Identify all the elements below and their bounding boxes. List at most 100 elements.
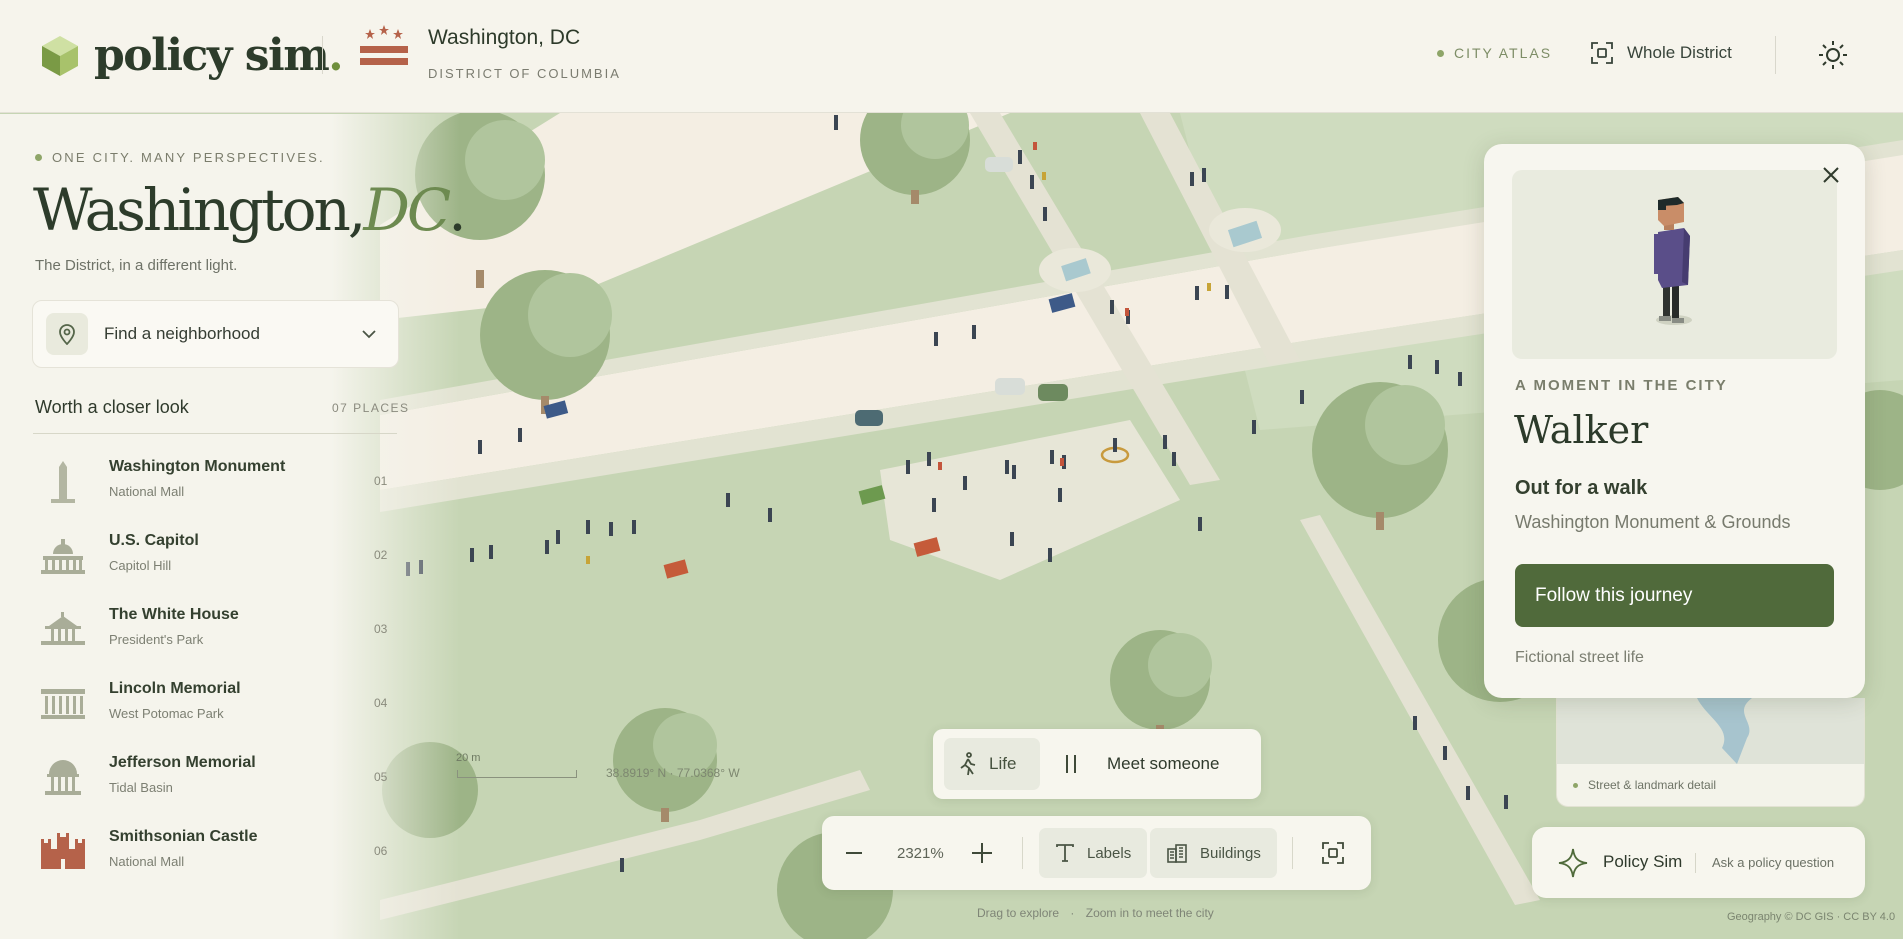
map-coordinates: 38.8919° N · 77.0368° W — [606, 766, 740, 780]
divider — [322, 36, 323, 74]
meet-someone-button[interactable]: Meet someone — [1107, 754, 1219, 774]
landmark-name: U.S. Capitol — [109, 532, 199, 549]
walker-figure-icon — [1654, 197, 1692, 325]
page-title-dot: . — [448, 176, 467, 244]
sun-icon[interactable] — [1818, 40, 1848, 70]
map-pin-icon — [59, 324, 75, 345]
cube-logo-icon — [42, 35, 78, 76]
labels-label: Labels — [1087, 844, 1132, 862]
life-toggle-button[interactable]: Life — [944, 738, 1040, 790]
divider — [1292, 837, 1293, 869]
tagline-text: ONE CITY. MANY PERSPECTIVES. — [52, 150, 325, 165]
memorial-icon — [35, 680, 91, 728]
mini-map-label: Street & landmark detail — [1588, 778, 1717, 792]
landmark-number: 02 — [374, 548, 388, 562]
landmark-name: Washington Monument — [109, 458, 286, 475]
divider — [33, 433, 397, 434]
city-atlas-link[interactable]: CITY ATLAS — [1437, 45, 1552, 61]
neighborhood-select[interactable]: Find a neighborhood — [32, 300, 399, 368]
card-activity: Out for a walk — [1515, 477, 1648, 499]
map-attribution: Geography © DC GIS · CC BY 4.0 — [1727, 911, 1896, 923]
policy-sim-button[interactable]: Policy Sim Ask a policy question — [1532, 827, 1865, 898]
landmark-item-jefferson-memorial[interactable]: Jefferson Memorial Tidal Basin 05 — [35, 750, 415, 824]
landmark-item-white-house[interactable]: The White House President's Park 03 — [35, 602, 415, 676]
divider — [1022, 837, 1023, 869]
status-dot — [1437, 49, 1444, 57]
pause-icon[interactable] — [1066, 755, 1076, 773]
card-location: Washington Monument & Grounds — [1515, 512, 1791, 532]
character-preview — [1512, 170, 1837, 359]
caption-dot — [1573, 782, 1578, 788]
landmark-number: 04 — [374, 696, 388, 710]
map-toolbar: 2321% Labels Buildings — [822, 816, 1371, 890]
city-atlas-label: CITY ATLAS — [1454, 45, 1553, 61]
places-count: 07 PLACES — [332, 401, 410, 415]
page-title: Washington,DC. — [33, 176, 467, 244]
zoom-level: 2321% — [897, 845, 944, 862]
fit-view-icon[interactable] — [1322, 842, 1344, 864]
zoom-out-icon[interactable] — [844, 841, 864, 865]
logo-dot: . — [328, 30, 343, 81]
policy-sim-label: Policy Sim — [1603, 852, 1683, 871]
page-description: The District, in a different light. — [35, 257, 238, 274]
card-footnote: Fictional street life — [1515, 649, 1644, 666]
dome-icon — [35, 754, 91, 802]
follow-journey-button[interactable]: Follow this journey — [1515, 564, 1834, 627]
buildings-toggle-button[interactable]: Buildings — [1150, 828, 1277, 878]
map-hint: Drag to explore · Zoom in to meet the ci… — [977, 906, 1214, 920]
landmark-number: 01 — [374, 474, 388, 488]
zoom-in-icon[interactable] — [970, 841, 994, 865]
landmark-number: 05 — [374, 770, 388, 784]
mini-map[interactable] — [1557, 698, 1865, 764]
landmark-name: Jefferson Memorial — [109, 754, 256, 771]
places-heading: Worth a closer look — [35, 397, 189, 417]
focus-frame-icon — [1591, 42, 1613, 64]
mini-map-panel[interactable]: Street & landmark detail — [1556, 698, 1865, 807]
landmark-name: Smithsonian Castle — [109, 828, 258, 845]
neighborhood-select-label: Find a neighborhood — [104, 324, 260, 343]
moment-card: A MOMENT IN THE CITY Walker Out for a wa… — [1484, 144, 1865, 698]
city-switcher[interactable]: Washington, DC DISTRICT OF COLUMBIA — [360, 24, 621, 81]
obelisk-icon — [35, 458, 91, 506]
hint-drag: Drag to explore — [977, 906, 1060, 920]
mini-map-caption: Street & landmark detail — [1573, 778, 1716, 792]
landmark-number: 03 — [374, 622, 388, 636]
landmark-area: West Potomac Park — [109, 706, 224, 721]
life-controls: Life Meet someone — [933, 729, 1261, 799]
close-icon[interactable] — [1820, 164, 1842, 186]
whole-district-label: Whole District — [1627, 43, 1732, 62]
map-pin-icon-box — [46, 313, 88, 355]
life-label: Life — [989, 754, 1017, 773]
sparkle-icon — [1558, 848, 1588, 878]
card-eyebrow: A MOMENT IN THE CITY — [1515, 377, 1728, 394]
capitol-icon — [35, 532, 91, 580]
tagline-dot — [35, 154, 42, 161]
buildings-label: Buildings — [1200, 844, 1261, 862]
tagline: ONE CITY. MANY PERSPECTIVES. — [35, 150, 325, 165]
landmark-name: The White House — [109, 606, 239, 623]
top-bar: policy sim. Washington, DC DISTRICT OF C… — [0, 0, 1903, 113]
landmark-item-lincoln-memorial[interactable]: Lincoln Memorial West Potomac Park 04 — [35, 676, 415, 750]
landmark-number: 06 — [374, 844, 388, 858]
labels-toggle-button[interactable]: Labels — [1039, 828, 1148, 878]
landmark-area: National Mall — [109, 484, 185, 499]
scale-bar — [457, 770, 577, 778]
logo-text: policy sim — [94, 30, 330, 81]
policy-question-prompt[interactable]: Ask a policy question — [1712, 855, 1834, 870]
city-subtitle: DISTRICT OF COLUMBIA — [428, 66, 621, 81]
hint-separator: · — [1070, 906, 1075, 920]
whole-district-button[interactable]: Whole District — [1591, 42, 1732, 64]
landmark-area: Capitol Hill — [109, 558, 172, 573]
landmark-item-washington-monument[interactable]: Washington Monument National Mall 01 — [35, 454, 415, 528]
chevron-down-icon — [362, 329, 376, 338]
logo[interactable]: policy sim. — [40, 30, 344, 81]
scale-label: 20 m — [456, 752, 481, 764]
landmark-area: Tidal Basin — [109, 780, 173, 795]
landmark-item-smithsonian-castle[interactable]: Smithsonian Castle National Mall 06 — [35, 824, 415, 898]
landmark-item-us-capitol[interactable]: U.S. Capitol Capitol Hill 02 — [35, 528, 415, 602]
hint-zoom: Zoom in to meet the city — [1085, 906, 1214, 920]
dc-flag-icon — [360, 25, 408, 65]
white-house-icon — [35, 606, 91, 654]
card-title: Walker — [1514, 408, 1649, 452]
divider — [1695, 853, 1696, 873]
